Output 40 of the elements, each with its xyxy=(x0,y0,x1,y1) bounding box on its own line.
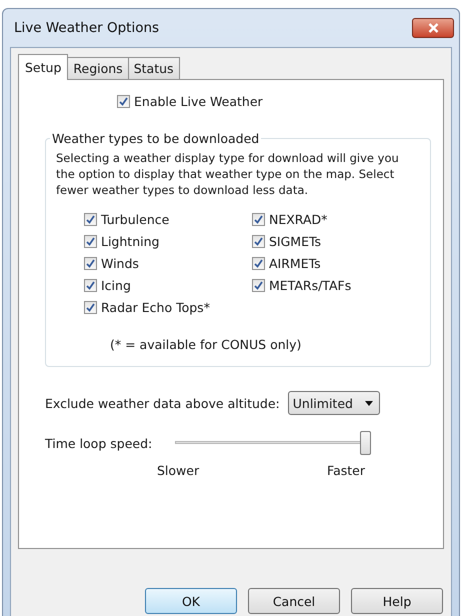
checkbox[interactable] xyxy=(252,213,265,226)
altitude-label: Exclude weather data above altitude: xyxy=(45,396,280,410)
checkbox-label: Enable Live Weather xyxy=(134,94,263,109)
checkbox[interactable] xyxy=(84,301,97,314)
speed-label: Time loop speed: xyxy=(45,436,154,450)
slider-thumb[interactable] xyxy=(360,431,371,455)
footnote-text: (* = available for CONUS only) xyxy=(110,337,302,352)
tab[interactable]: Regions xyxy=(67,57,129,79)
checkbox[interactable] xyxy=(84,279,97,292)
checkbox[interactable] xyxy=(252,235,265,248)
description-text: Selecting a weather display type for download will give you the option to display that weather type on the map. Select fewer weather types to download less data. xyxy=(56,150,400,198)
checkbox[interactable] xyxy=(252,279,265,292)
checkbox-label: NEXRAD* xyxy=(269,212,328,227)
close-icon xyxy=(428,23,438,33)
checkbox-label: Turbulence xyxy=(101,212,170,227)
checkbox-label: Radar Echo Tops* xyxy=(101,300,210,315)
dialog-button[interactable]: Cancel xyxy=(248,588,340,614)
group-title: Weather types to be downloaded xyxy=(51,131,260,146)
dialog-button[interactable]: OK xyxy=(145,588,237,614)
checkbox-label: Icing xyxy=(101,278,131,293)
dropdown-arrow-icon xyxy=(364,400,373,406)
slower-label: Slower xyxy=(157,463,200,478)
checkbox-label: METARs/TAFs xyxy=(269,278,352,293)
checkbox-label: Lightning xyxy=(101,234,160,249)
checkbox[interactable] xyxy=(84,213,97,226)
tab[interactable]: Status xyxy=(128,57,180,79)
tab[interactable]: Setup xyxy=(18,54,68,80)
dialog-button[interactable]: Help xyxy=(351,588,443,614)
checkbox[interactable] xyxy=(84,257,97,270)
faster-label: Faster xyxy=(327,463,365,478)
window-title: Live Weather Options xyxy=(13,20,160,36)
close-button[interactable] xyxy=(412,18,454,38)
checkbox-label: AIRMETs xyxy=(269,256,321,271)
checkbox[interactable] xyxy=(252,257,265,270)
checkbox-label: SIGMETs xyxy=(269,234,322,249)
altitude-dropdown[interactable]: Unlimited xyxy=(288,391,380,415)
checkbox[interactable] xyxy=(117,95,130,108)
speed-slider[interactable] xyxy=(175,429,371,457)
checkbox[interactable] xyxy=(84,235,97,248)
checkbox-label: Winds xyxy=(101,256,139,271)
